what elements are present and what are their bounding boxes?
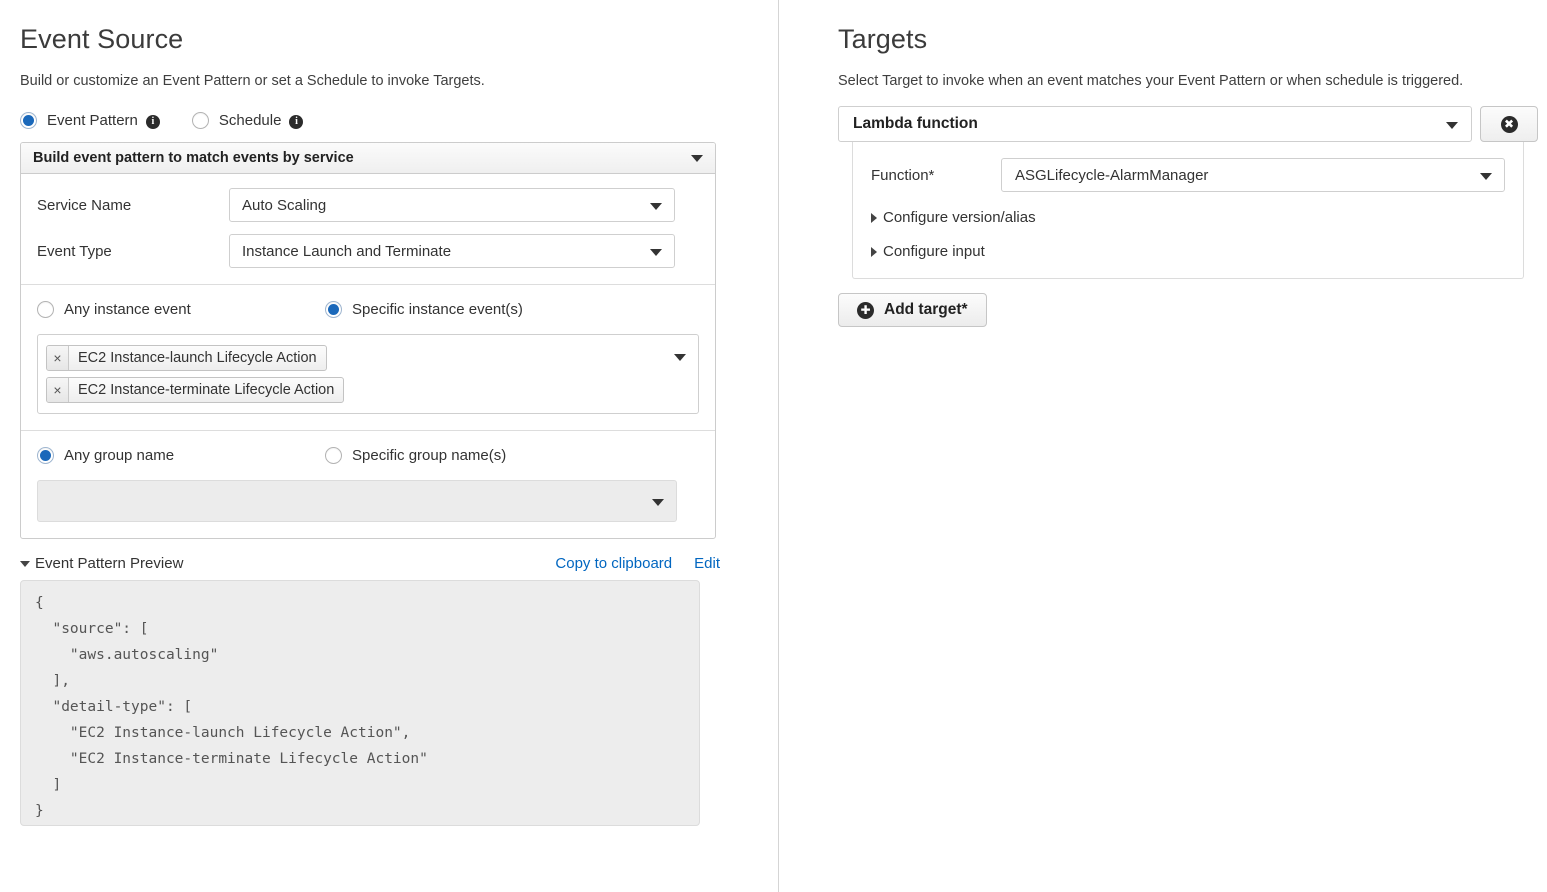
- chevron-down-icon: [650, 203, 662, 210]
- event-pattern-builder: Build event pattern to match events by s…: [20, 142, 716, 539]
- close-circle-icon: ✖: [1500, 115, 1518, 133]
- service-name-value: Auto Scaling: [242, 196, 327, 214]
- remove-chip-icon[interactable]: ×: [47, 346, 69, 370]
- service-name-select[interactable]: Auto Scaling: [229, 188, 675, 222]
- chip-line: × EC2 Instance-launch Lifecycle Action: [46, 342, 664, 374]
- twisty-down-icon[interactable]: [20, 560, 30, 567]
- event-pattern-preview-header: Event Pattern Preview Copy to clipboard …: [20, 555, 720, 572]
- radio-any-group-name[interactable]: Any group name: [37, 447, 325, 464]
- radio-any-instance-event[interactable]: Any instance event: [37, 301, 325, 318]
- radio-event-pattern-control[interactable]: [20, 112, 37, 129]
- chevron-down-icon: [650, 249, 662, 256]
- radio-event-pattern-label: Event Pattern: [47, 112, 138, 129]
- instance-events-multiselect[interactable]: × EC2 Instance-launch Lifecycle Action ×…: [37, 334, 699, 414]
- configure-input-disclosure[interactable]: Configure input: [871, 243, 1505, 260]
- service-name-label: Service Name: [37, 196, 132, 214]
- target-type-select[interactable]: Lambda function: [838, 106, 1472, 142]
- radio-specific-group-names-label: Specific group name(s): [352, 447, 507, 464]
- chevron-down-icon: [691, 155, 703, 162]
- function-value: ASGLifecycle-AlarmManager: [1015, 166, 1209, 184]
- radio-specific-instance-events-control[interactable]: [325, 301, 342, 318]
- chip-line: × EC2 Instance-terminate Lifecycle Actio…: [46, 374, 664, 406]
- event-source-description: Build or customize an Event Pattern or s…: [20, 73, 485, 89]
- edit-link[interactable]: Edit: [694, 555, 720, 572]
- radio-any-instance-event-label: Any instance event: [64, 301, 191, 318]
- event-source-panel: Event Source Build or customize an Event…: [20, 0, 760, 826]
- configure-version-alias-disclosure[interactable]: Configure version/alias: [871, 209, 1505, 226]
- instance-event-radio-group: Any instance event Specific instance eve…: [37, 301, 699, 318]
- service-name-row: Service Name Auto Scaling: [37, 188, 699, 222]
- copy-to-clipboard-link[interactable]: Copy to clipboard: [555, 555, 672, 572]
- event-pattern-preview-json: { "source": [ "aws.autoscaling" ], "deta…: [20, 580, 700, 826]
- configure-input-label: Configure input: [883, 243, 985, 260]
- event-source-title: Event Source: [20, 24, 184, 54]
- radio-schedule-control[interactable]: [191, 112, 209, 129]
- radio-specific-group-names-control[interactable]: [325, 447, 342, 464]
- event-source-mode-radio-group: Event Pattern i Schedule i: [20, 112, 760, 129]
- target-details: Function* ASGLifecycle-AlarmManager Conf…: [852, 142, 1524, 279]
- selected-event-chip-label: EC2 Instance-launch Lifecycle Action: [78, 350, 317, 366]
- eventbridge-rule-editor: Event Source Build or customize an Event…: [0, 0, 1547, 892]
- target-type-value: Lambda function: [853, 115, 978, 132]
- group-name-radio-group: Any group name Specific group name(s): [37, 447, 699, 464]
- radio-any-group-name-control[interactable]: [37, 447, 54, 464]
- instance-events-block: Any instance event Specific instance eve…: [21, 285, 715, 431]
- configure-version-alias-label: Configure version/alias: [883, 209, 1036, 226]
- event-type-value: Instance Launch and Terminate: [242, 242, 452, 260]
- plus-circle-icon: ✚: [857, 301, 874, 319]
- twisty-right-icon: [871, 212, 877, 223]
- target-type-row: Lambda function ✖: [838, 106, 1538, 142]
- radio-event-pattern[interactable]: Event Pattern i: [20, 112, 160, 129]
- panel-divider: [778, 0, 779, 892]
- chevron-down-icon: [652, 499, 664, 506]
- event-pattern-preview-title: Event Pattern Preview: [35, 555, 184, 572]
- function-label: Function*: [871, 166, 935, 184]
- twisty-right-icon: [871, 246, 877, 257]
- builder-mode-label: Build event pattern to match events by s…: [33, 150, 354, 166]
- remove-chip-icon[interactable]: ×: [47, 378, 69, 402]
- event-type-label: Event Type: [37, 242, 112, 260]
- group-name-block: Any group name Specific group name(s): [21, 431, 715, 538]
- selected-event-chip: × EC2 Instance-launch Lifecycle Action: [46, 345, 327, 371]
- chevron-down-icon: [1446, 122, 1458, 129]
- radio-specific-instance-events-label: Specific instance event(s): [352, 301, 523, 318]
- radio-any-group-name-label: Any group name: [64, 447, 175, 464]
- targets-panel: Targets Select Target to invoke when an …: [838, 0, 1538, 327]
- targets-description: Select Target to invoke when an event ma…: [838, 73, 1464, 89]
- builder-mode-dropdown[interactable]: Build event pattern to match events by s…: [21, 143, 715, 174]
- radio-specific-group-names[interactable]: Specific group name(s): [325, 447, 506, 464]
- radio-any-instance-event-control[interactable]: [37, 301, 54, 318]
- add-target-button[interactable]: ✚ Add target*: [838, 293, 987, 327]
- selected-event-chip-label: EC2 Instance-terminate Lifecycle Action: [78, 382, 335, 398]
- radio-schedule[interactable]: Schedule i: [191, 112, 304, 129]
- info-icon[interactable]: i: [145, 114, 160, 129]
- function-select[interactable]: ASGLifecycle-AlarmManager: [1001, 158, 1505, 192]
- function-row: Function* ASGLifecycle-AlarmManager: [871, 158, 1505, 192]
- remove-target-button[interactable]: ✖: [1480, 106, 1538, 142]
- radio-schedule-label: Schedule: [218, 112, 282, 129]
- info-icon[interactable]: i: [289, 114, 304, 129]
- group-name-select[interactable]: [37, 480, 677, 522]
- chevron-down-icon: [674, 354, 686, 361]
- add-target-label: Add target*: [884, 301, 968, 318]
- radio-specific-instance-events[interactable]: Specific instance event(s): [325, 301, 523, 318]
- chevron-down-icon: [1480, 173, 1492, 180]
- preview-links: Copy to clipboard Edit: [555, 555, 720, 572]
- builder-fields: Service Name Auto Scaling Event Type Ins…: [21, 174, 715, 285]
- event-type-row: Event Type Instance Launch and Terminate: [37, 234, 699, 268]
- selected-event-chip: × EC2 Instance-terminate Lifecycle Actio…: [46, 377, 345, 403]
- event-type-select[interactable]: Instance Launch and Terminate: [229, 234, 675, 268]
- targets-title: Targets: [838, 24, 928, 54]
